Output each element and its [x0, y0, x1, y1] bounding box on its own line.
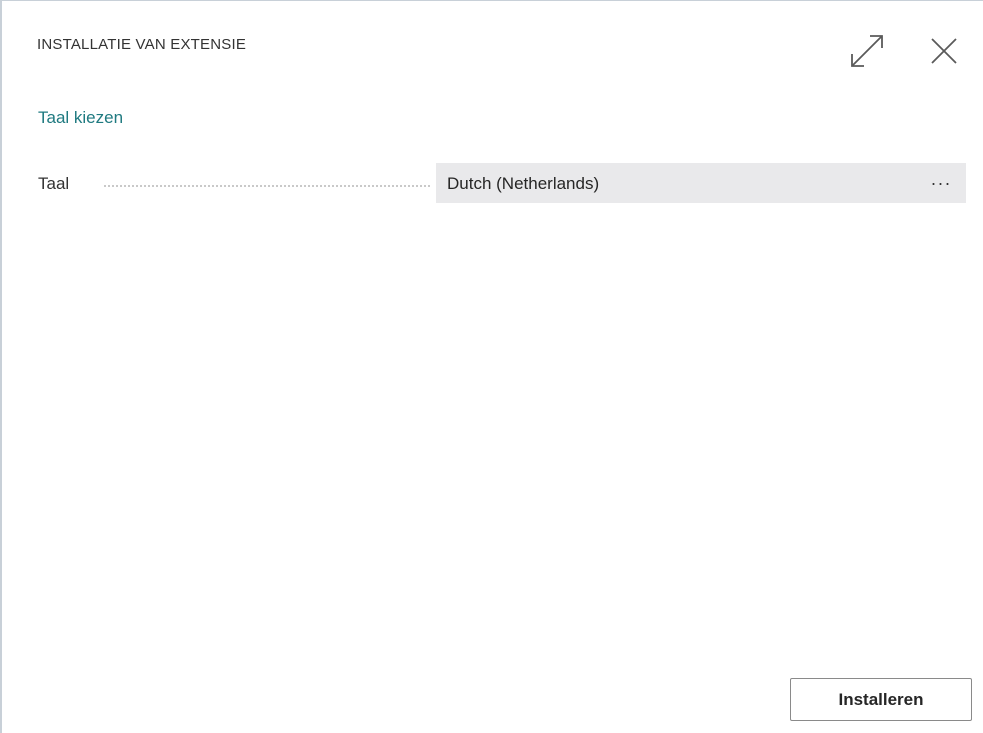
close-icon[interactable] [924, 31, 964, 71]
dialog-title: INSTALLATIE VAN EXTENSIE [37, 36, 247, 53]
lookup-ellipsis-button[interactable]: ··· [926, 163, 956, 203]
language-field-label: Taal [38, 174, 70, 193]
install-button[interactable]: Installeren [790, 678, 972, 721]
expand-icon[interactable] [847, 31, 887, 71]
close-icon-graphic [931, 38, 957, 64]
extension-install-dialog: INSTALLATIE VAN EXTENSIE Taal kiezen Taa… [0, 0, 983, 733]
language-field-input[interactable]: Dutch (Netherlands) ··· [436, 163, 966, 203]
language-field-value: Dutch (Netherlands) [447, 174, 600, 193]
field-leader-dots [104, 185, 430, 187]
expand-icon-graphic [851, 35, 883, 67]
language-field-row: Taal Dutch (Netherlands) ··· [38, 163, 966, 203]
section-title: Taal kiezen [38, 108, 124, 127]
